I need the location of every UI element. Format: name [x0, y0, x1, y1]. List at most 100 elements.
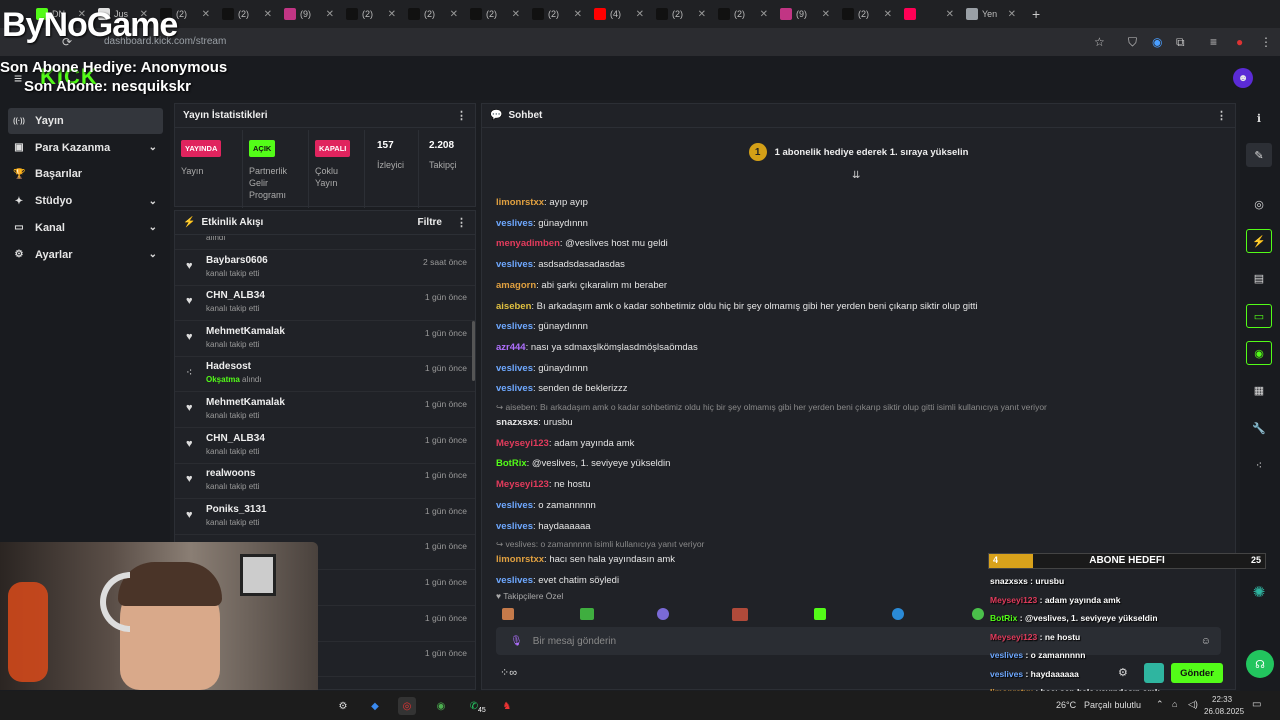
event-row[interactable]: ♥ Poniks_3131 kanalı takip etti 1 gün önce	[175, 499, 475, 535]
chat-username[interactable]: snazxsxs	[496, 417, 538, 428]
scrollbar[interactable]	[472, 321, 475, 381]
chat-username[interactable]: amagorn	[496, 280, 536, 291]
tab-close-icon[interactable]: ✕	[760, 9, 768, 20]
sidebar-item[interactable]: ⚙ Ayarlar ⌄	[8, 242, 163, 268]
event-row[interactable]: ⁖ Hadesost Okşatma alındı 1 gün önce	[175, 356, 475, 393]
browser-tab[interactable]: (9) ✕	[774, 0, 836, 28]
tab-close-icon[interactable]: ✕	[946, 9, 954, 20]
emote[interactable]	[657, 608, 669, 620]
volume-icon[interactable]: ◁)	[1188, 699, 1198, 710]
chat-message[interactable]: veslives: senden de beklerizzz	[496, 383, 628, 394]
bot-icon[interactable]	[1144, 663, 1164, 683]
chat-username[interactable]: aiseben	[496, 301, 531, 312]
sidebar-item[interactable]: ((·)) Yayın	[8, 108, 163, 134]
more-icon[interactable]: ⋮	[456, 216, 467, 229]
chat-message[interactable]: veslives: haydaaaaaa	[496, 521, 591, 532]
chat-username[interactable]: azr444	[496, 342, 526, 353]
send-button[interactable]: Gönder	[1171, 663, 1223, 683]
event-row[interactable]: ⊘Hadesost'u Susturialındı	[175, 236, 475, 250]
support-headset-icon[interactable]: ☊	[1246, 650, 1274, 678]
chat-username[interactable]: Meyseyi123	[496, 438, 549, 449]
network-icon[interactable]: ⌂	[1172, 699, 1177, 709]
chat-message[interactable]: snazxsxs: urusbu	[496, 417, 573, 428]
tab-close-icon[interactable]: ✕	[450, 9, 458, 20]
emote[interactable]	[892, 608, 904, 620]
browser-tab[interactable]: (2) ✕	[464, 0, 526, 28]
new-tab-button[interactable]: +	[1032, 6, 1040, 22]
tab-close-icon[interactable]: ✕	[326, 9, 334, 20]
filter-button[interactable]: Filtre	[418, 217, 442, 228]
target-icon[interactable]: ◎	[1246, 192, 1272, 216]
chat-icon[interactable]: ▭	[1246, 304, 1272, 328]
chat-message[interactable]: limonrstxx: ayıp ayıp	[496, 197, 588, 208]
app-icon[interactable]: ♞	[498, 697, 516, 715]
tray-chevron-icon[interactable]: ⌃	[1156, 699, 1164, 710]
chat-username[interactable]: limonrstxx	[496, 197, 544, 208]
chat-message[interactable]: azr444: nası ya sdmaxşlkömşlasdmöşlsaömd…	[496, 342, 698, 353]
chat-username[interactable]: veslives	[496, 521, 533, 532]
tab-close-icon[interactable]: ✕	[388, 9, 396, 20]
chat-username[interactable]: veslives	[496, 218, 533, 229]
more-icon[interactable]: ⋮	[1216, 109, 1227, 122]
chat-username[interactable]: veslives	[496, 363, 533, 374]
chat-message[interactable]: Meyseyi123: ne hostu	[496, 479, 591, 490]
emote[interactable]	[580, 608, 594, 620]
app-icon[interactable]: ◆	[366, 697, 384, 715]
event-row[interactable]: ♥ CHN_ALB34 kanalı takip etti 1 gün önce	[175, 285, 475, 322]
document-icon[interactable]: ▤	[1246, 266, 1272, 290]
browser-tab[interactable]: (2) ✕	[836, 0, 898, 28]
extensions-puzzle-icon[interactable]: ⧉	[1176, 35, 1185, 50]
tab-close-icon[interactable]: ✕	[822, 9, 830, 20]
chat-message[interactable]: veslives: günaydınnn	[496, 363, 588, 374]
browser-tab[interactable]: (2) ✕	[526, 0, 588, 28]
chat-username[interactable]: menyadimben	[496, 238, 560, 249]
tab-close-icon[interactable]: ✕	[574, 9, 582, 20]
nodes-icon[interactable]: ⁖	[1246, 453, 1272, 477]
chat-message[interactable]: aiseben: Bı arkadaşım amk o kadar sohbet…	[496, 301, 978, 312]
tab-close-icon[interactable]: ✕	[698, 9, 706, 20]
chat-message[interactable]: limonrstxx: hacı sen hala yayındasın amk	[496, 554, 675, 565]
chat-input[interactable]: 🎙 Bir mesaj gönderin ☺	[496, 627, 1221, 655]
chat-username[interactable]: veslives	[496, 383, 533, 394]
chrome-icon[interactable]: ◉	[432, 697, 450, 715]
emoji-icon[interactable]: ☺	[1201, 636, 1211, 647]
chat-username[interactable]: limonrstxx	[496, 554, 544, 565]
emote[interactable]	[502, 608, 514, 620]
chat-username[interactable]: veslives	[496, 575, 533, 586]
chat-message[interactable]: veslives: asdsadsdasadasdas	[496, 259, 625, 270]
mic-icon[interactable]: 🎙	[510, 636, 523, 647]
settings-gear-icon[interactable]: ⚙	[1118, 666, 1128, 679]
extension-icon[interactable]: ◉	[1152, 35, 1162, 49]
tab-close-icon[interactable]: ✕	[264, 9, 272, 20]
tab-close-icon[interactable]: ✕	[884, 9, 892, 20]
user-avatar[interactable]: ☻	[1233, 68, 1253, 88]
browser-tab[interactable]: (2) ✕	[650, 0, 712, 28]
more-icon[interactable]: ⋮	[456, 109, 467, 122]
event-row[interactable]: ♥ MehmetKamalak kanalı takip etti 1 gün önc…	[175, 392, 475, 428]
chat-message[interactable]: Meyseyi123: adam yayında amk	[496, 438, 634, 449]
tab-close-icon[interactable]: ✕	[202, 9, 210, 20]
chat-username[interactable]: BotRix	[496, 458, 527, 469]
bookmark-star-icon[interactable]: ☆	[1094, 35, 1105, 49]
browser-tab[interactable]: ✕	[898, 0, 960, 28]
layers-icon[interactable]: ▦	[1246, 378, 1272, 402]
browser-tab[interactable]: (2) ✕	[216, 0, 278, 28]
sidebar-item[interactable]: ▣ Para Kazanma ⌄	[8, 135, 163, 161]
chat-message[interactable]: veslives: günaydınnn	[496, 218, 588, 229]
chat-message[interactable]: veslives: o zamannnnn	[496, 500, 596, 511]
chat-username[interactable]: veslives	[496, 321, 533, 332]
menu-list-icon[interactable]: ≡	[1210, 35, 1217, 49]
lightning-icon[interactable]: ⚡	[1246, 229, 1272, 253]
chat-message[interactable]: BotRix: @veslives, 1. seviyeye yükseldin	[496, 458, 670, 469]
browser-tab[interactable]: Yen ✕	[960, 0, 1022, 28]
openai-icon[interactable]: ✺	[1246, 580, 1272, 604]
tab-close-icon[interactable]: ✕	[1008, 9, 1016, 20]
chat-username[interactable]: veslives	[496, 500, 533, 511]
event-row[interactable]: ♥ Baybars0606 kanalı takip etti 2 saat önce	[175, 250, 475, 286]
extension-shield-icon[interactable]: ⛉	[1128, 35, 1137, 50]
event-row[interactable]: ♥ CHN_ALB34 kanalı takip etti 1 gün önce	[175, 428, 475, 464]
notification-icon[interactable]: ▭	[1252, 699, 1261, 710]
wrench-icon[interactable]: 🔧	[1246, 416, 1272, 440]
broadcast-icon[interactable]: ◉	[1246, 341, 1272, 365]
obs-icon[interactable]: ◎	[398, 697, 416, 715]
